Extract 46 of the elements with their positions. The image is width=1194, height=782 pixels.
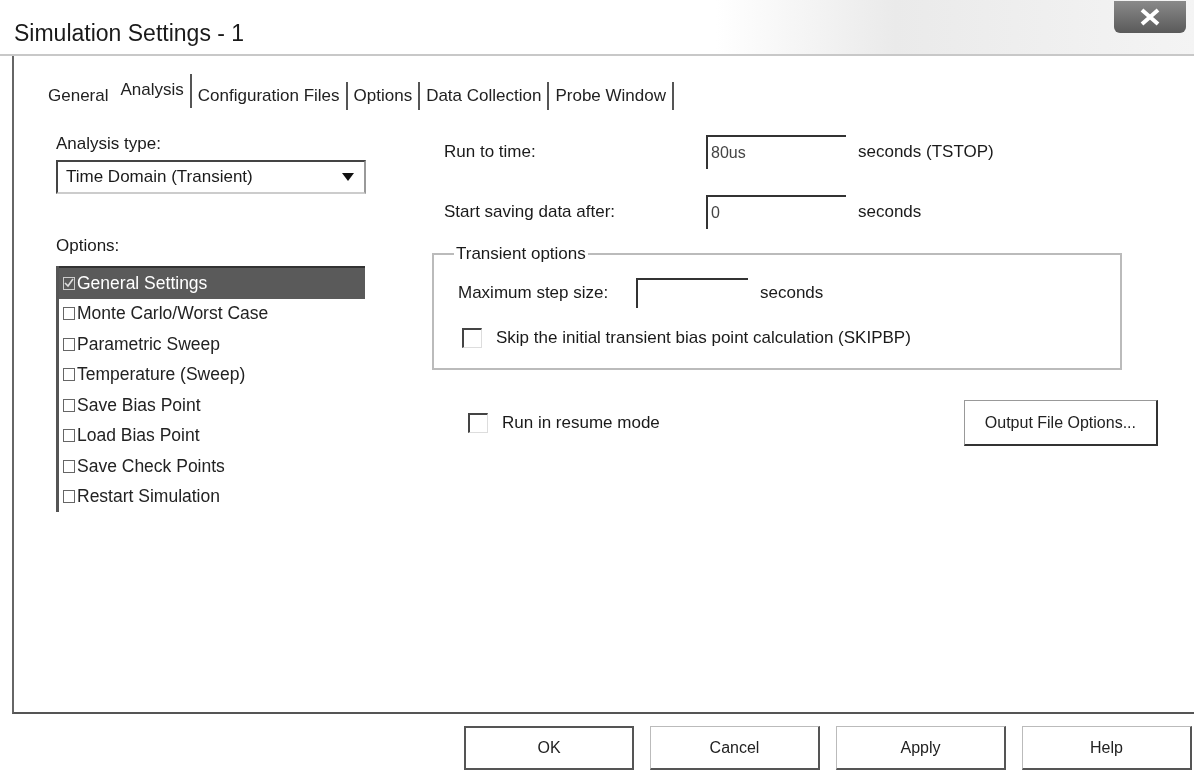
checkbox[interactable] bbox=[63, 459, 75, 473]
dialog-button[interactable]: Cancel bbox=[650, 726, 820, 770]
options-label: Options: bbox=[56, 236, 121, 256]
option-item[interactable]: Parametric Sweep bbox=[59, 329, 365, 360]
checkbox[interactable] bbox=[468, 413, 488, 433]
analysis-type-label: Analysis type: bbox=[56, 134, 162, 154]
checkbox[interactable] bbox=[63, 368, 75, 382]
start-saving-label: Start saving data after: bbox=[444, 202, 617, 222]
checkbox-label: Run in resume mode bbox=[502, 413, 660, 433]
checkbox[interactable] bbox=[63, 429, 75, 443]
dialog-button[interactable]: Help bbox=[1022, 726, 1192, 770]
close-icon bbox=[1139, 8, 1161, 26]
option-item[interactable]: General Settings bbox=[59, 266, 365, 299]
tab[interactable]: General bbox=[42, 82, 115, 110]
output-file-options-button[interactable]: Output File Options... bbox=[963, 400, 1158, 446]
option-item[interactable]: Restart Simulation bbox=[59, 481, 365, 512]
run-to-time-label: Run to time: bbox=[444, 142, 537, 162]
option-item[interactable]: Monte Carlo/Worst Case bbox=[59, 298, 365, 329]
unit-label: seconds bbox=[858, 202, 922, 222]
max-step-label: Maximum step size: bbox=[458, 283, 610, 303]
close-button[interactable] bbox=[1114, 1, 1186, 33]
unit-label: seconds (TSTOP) bbox=[858, 142, 994, 162]
dialog-button[interactable]: Apply bbox=[836, 726, 1006, 770]
run-to-time-field[interactable]: 80us bbox=[706, 135, 846, 169]
group-title: Transient options bbox=[455, 244, 587, 264]
tab[interactable]: Analysis bbox=[114, 74, 192, 108]
option-item[interactable]: Save Check Points bbox=[59, 451, 365, 482]
checkbox[interactable] bbox=[462, 328, 482, 348]
option-item[interactable]: Save Bias Point bbox=[59, 390, 365, 421]
checkbox-label: Skip the initial transient bias point calculation (SKIPBP) bbox=[496, 328, 911, 348]
tab[interactable]: Options bbox=[347, 82, 421, 110]
tab[interactable]: Probe Window bbox=[549, 82, 674, 110]
tab[interactable]: Data Collection bbox=[420, 82, 550, 110]
checkbox[interactable] bbox=[63, 337, 75, 351]
window-title: Simulation Settings - 1 bbox=[14, 19, 245, 47]
option-item[interactable]: Temperature (Sweep) bbox=[59, 359, 365, 390]
checkbox[interactable] bbox=[63, 490, 75, 504]
option-item[interactable]: Load Bias Point bbox=[59, 420, 365, 451]
dropdown-arrow-icon bbox=[340, 171, 356, 183]
checkbox[interactable] bbox=[63, 398, 75, 412]
dialog-button[interactable]: OK bbox=[464, 726, 634, 770]
analysis-type-dropdown[interactable]: Time Domain (Transient) bbox=[56, 160, 366, 194]
unit-label: seconds bbox=[760, 283, 824, 303]
checkbox[interactable] bbox=[63, 307, 75, 321]
tab[interactable]: Configuration Files bbox=[191, 82, 348, 110]
start-saving-field[interactable]: 0 bbox=[706, 195, 846, 229]
